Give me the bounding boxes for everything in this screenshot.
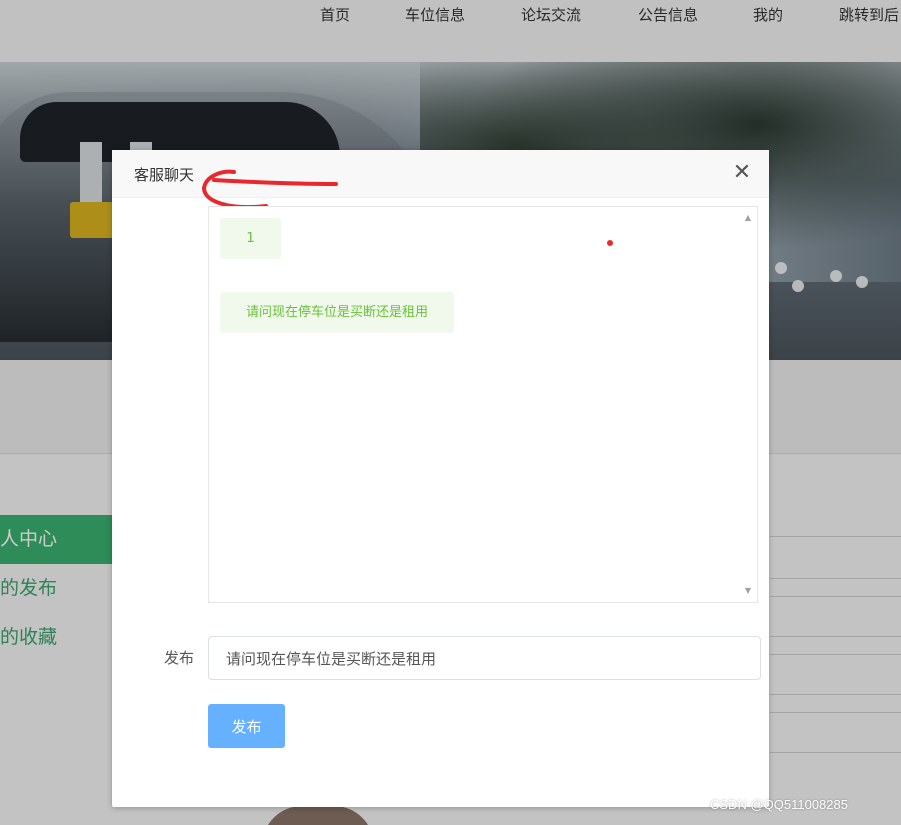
scroll-up-arrow-icon[interactable]: ▲ [743, 213, 753, 223]
chat-message-area[interactable]: ▲ 1 请问现在停车位是买断还是租用 ▼ [208, 206, 758, 603]
scroll-down-arrow-icon[interactable]: ▼ [743, 586, 753, 596]
publish-button[interactable]: 发布 [208, 704, 285, 748]
publish-message-input[interactable] [208, 636, 761, 680]
csdn-watermark: CSDN @QQ511008285 [710, 797, 848, 812]
red-dot-annotation [607, 240, 613, 246]
chat-message-bubble: 1 [220, 218, 281, 259]
chat-message-bubble: 请问现在停车位是买断还是租用 [220, 292, 455, 333]
dialog-title: 客服聊天 [134, 166, 195, 184]
customer-service-chat-dialog: 客服聊天 ✕ ▲ 1 请问现在停车位是买断还是租用 ▼ 发布 发布 [112, 150, 769, 807]
dialog-header: 客服聊天 ✕ [112, 150, 769, 198]
publish-field-label: 发布 [164, 649, 195, 667]
close-icon[interactable]: ✕ [731, 162, 753, 184]
